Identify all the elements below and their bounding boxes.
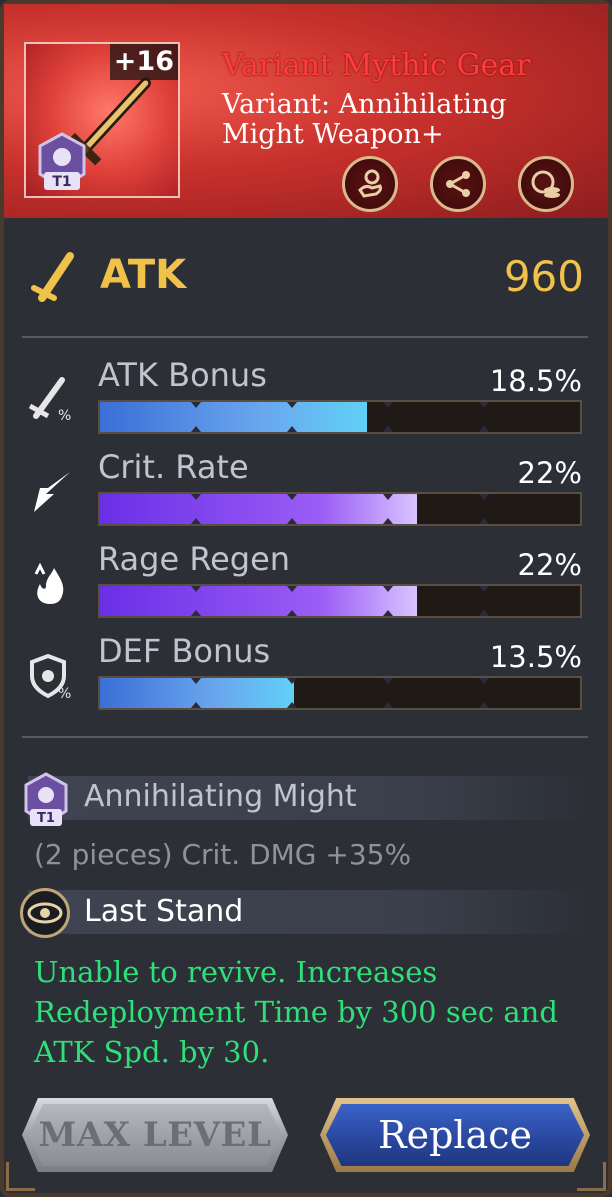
stat-bar-tick [191, 586, 201, 616]
hand-coin-button[interactable] [342, 156, 398, 212]
stat-bar-tick [287, 586, 297, 616]
share-button[interactable] [430, 156, 486, 212]
stat-bar-atk-bonus [98, 400, 582, 434]
coins-icon [531, 170, 560, 198]
stat-bar-tick [479, 678, 489, 708]
tier-label: T1 [52, 174, 71, 190]
stat-bar-def-bonus [98, 676, 582, 710]
share-icon [446, 171, 470, 197]
divider [22, 336, 588, 338]
coins-button[interactable] [518, 156, 574, 212]
set-name: Annihilating Might [84, 779, 357, 814]
stat-value-atk-bonus: 18.5% [489, 364, 582, 398]
svg-text:%: % [58, 686, 71, 700]
set-description: (2 pieces) Crit. DMG +35% [34, 838, 412, 871]
rage-regen-icon [34, 562, 64, 604]
stat-bar-tick [191, 678, 201, 708]
stat-bar-fill [100, 586, 417, 616]
stat-bar-tick [191, 494, 201, 524]
stat-bar-tick [287, 494, 297, 524]
gear-header: +16 T1 Variant Mythic Gear Variant: Anni… [4, 4, 608, 218]
stat-bar-rage-regen [98, 584, 582, 618]
set-tier-badge-icon: T1 [24, 772, 68, 826]
stat-bar-tick [287, 678, 297, 708]
hand-coin-icon [358, 169, 382, 198]
replace-button-label: Replace [326, 1104, 584, 1166]
stat-bar-tick [383, 586, 393, 616]
svg-text:%: % [58, 408, 71, 424]
stat-bar-tick [287, 402, 297, 432]
max-level-button[interactable]: MAX LEVEL [22, 1098, 288, 1172]
stat-value-crit-rate: 22% [517, 456, 582, 490]
atk-icon [31, 252, 74, 302]
main-stat-value: 960 [503, 252, 584, 301]
replace-button[interactable]: Replace [320, 1098, 590, 1172]
frame-corner [6, 1162, 35, 1191]
gear-name: Variant: Annihilating Might Weapon+ [222, 89, 507, 150]
stat-bar-tick [383, 678, 393, 708]
stat-bar-tick [479, 494, 489, 524]
stat-label-atk-bonus: ATK Bonus [98, 356, 267, 394]
main-stat-label: ATK [100, 252, 187, 298]
set-tier-label: T1 [37, 811, 55, 826]
skill-name: Last Stand [84, 894, 244, 929]
skill-eye-icon [20, 888, 70, 938]
atk-bonus-icon: % [28, 377, 71, 424]
divider [22, 736, 588, 738]
stat-bar-tick [479, 402, 489, 432]
stat-value-def-bonus: 13.5% [489, 640, 582, 674]
gear-item-icon: +16 T1 [24, 42, 180, 198]
def-bonus-icon: % [30, 653, 71, 700]
max-level-button-label: MAX LEVEL [28, 1104, 282, 1166]
stat-bar-tick [383, 494, 393, 524]
stat-label-rage-regen: Rage Regen [98, 540, 291, 578]
crit-rate-icon [34, 472, 70, 512]
stat-bar-tick [479, 586, 489, 616]
stat-label-crit-rate: Crit. Rate [98, 448, 249, 486]
frame-corner [577, 1162, 606, 1191]
stat-bar-fill [100, 494, 417, 524]
stat-bar-fill [100, 402, 368, 432]
skill-description: Unable to revive. Increases Redeployment… [34, 955, 558, 1069]
stat-value-rage-regen: 22% [517, 548, 582, 582]
stat-bar-tick [383, 402, 393, 432]
rarity-title: Variant Mythic Gear [222, 48, 531, 83]
stat-label-def-bonus: DEF Bonus [98, 632, 271, 670]
stat-bar-crit-rate [98, 492, 582, 526]
tier-badge-icon: T1 [38, 132, 86, 190]
stat-bar-tick [191, 402, 201, 432]
enhance-level-badge: +16 [109, 44, 178, 80]
